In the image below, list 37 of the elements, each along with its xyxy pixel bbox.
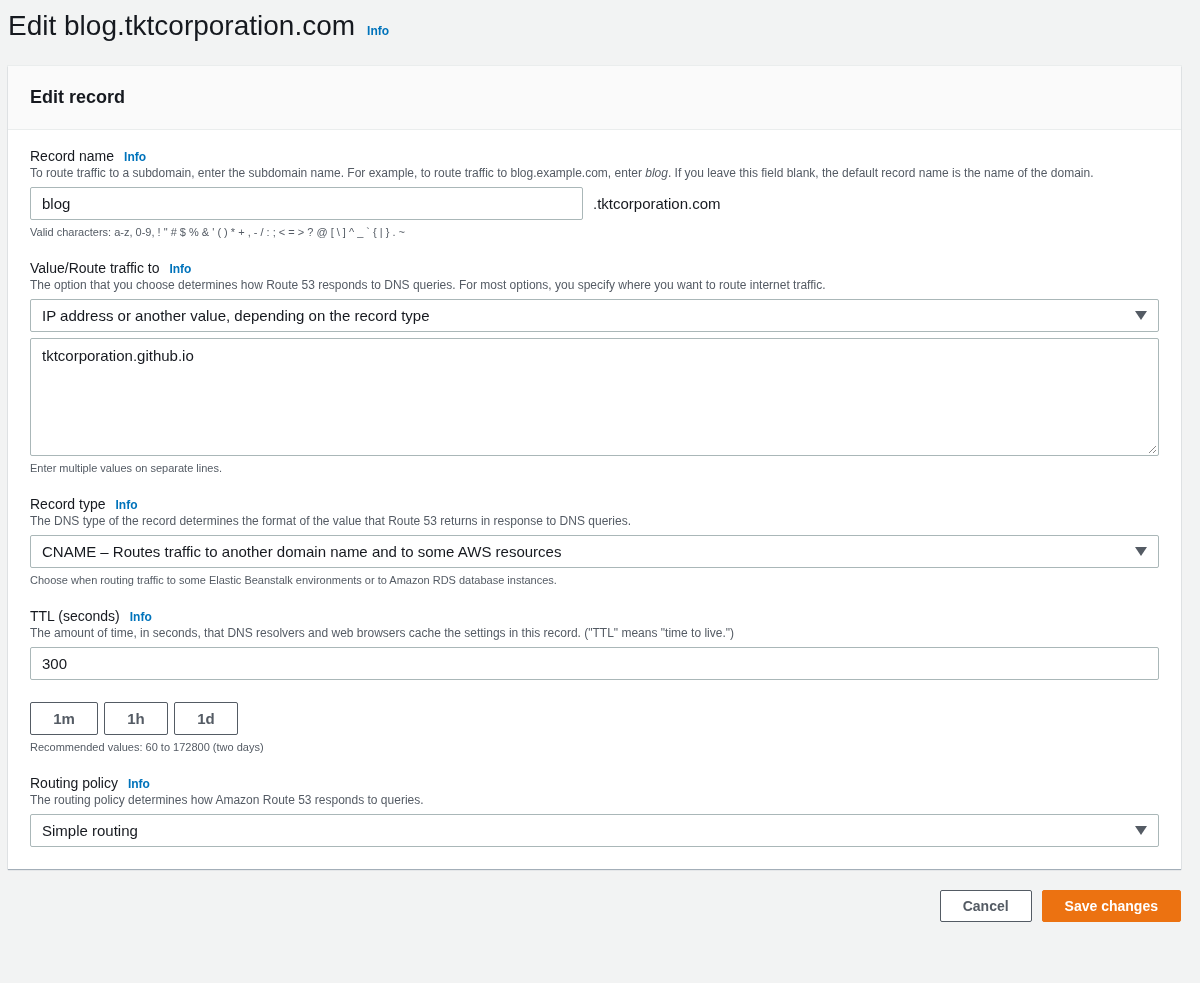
field-label: TTL (seconds): [30, 608, 120, 624]
dropdown[interactable]: Simple routing: [30, 814, 1159, 847]
info-link[interactable]: Info: [169, 262, 192, 276]
field-description: The DNS type of the record determines the format of the value that Route 53 returns in response to DNS queries.: [30, 514, 632, 529]
caret-icon: [1135, 311, 1147, 320]
dropdown[interactable]: IP address or another value, depending on the record type: [30, 299, 1159, 332]
field-hint: Enter multiple values on separate lines.: [30, 462, 223, 474]
field-description: The routing policy determines how Amazon Route 53 responds to queries.: [30, 793, 425, 808]
field-hint: Valid characters: a-z, 0-9, ! " # $ % & ' ( ) * + , - / : ; < = > ? @ [ \ ] ^ _ ` { | } . ~: [30, 226, 406, 238]
resize-grip-icon[interactable]: [1148, 445, 1156, 453]
field-description: The amount of time, in seconds, that DNS resolvers and web browsers cache the settings in this record. ("TTL" means "time to live."): [30, 626, 735, 641]
text-field[interactable]: blog: [30, 187, 583, 220]
card-title: Edit record: [30, 87, 126, 108]
info-link[interactable]: Info: [127, 777, 150, 791]
info-link[interactable]: Info: [115, 498, 138, 512]
field-label: Record type: [30, 496, 106, 512]
field-label: Routing policy: [30, 775, 118, 791]
field-label: Record name: [30, 148, 115, 164]
caret-icon: [1135, 826, 1147, 835]
page-title: Edit blog.tktcorporation.com: [8, 10, 356, 42]
info-link[interactable]: Info: [124, 150, 147, 164]
domain-suffix: .tktcorporation.com: [593, 195, 721, 212]
field-description: The option that you choose determines how Route 53 responds to DNS queries. For most options, you specify where you want to route internet traffic.: [30, 278, 827, 293]
cancel-button[interactable]: Cancel: [939, 890, 1032, 922]
text-area[interactable]: tktcorporation.github.io: [30, 338, 1159, 456]
preset-button[interactable]: 1d: [174, 702, 238, 735]
preset-button[interactable]: 1h: [104, 702, 168, 735]
info-link[interactable]: Info: [367, 24, 390, 38]
text-field[interactable]: 300: [30, 647, 1159, 680]
caret-icon: [1135, 547, 1147, 556]
preset-button[interactable]: 1m: [30, 702, 98, 735]
info-link[interactable]: Info: [129, 610, 152, 624]
field-label: Value/Route traffic to: [30, 260, 160, 276]
dropdown[interactable]: CNAME – Routes traffic to another domain name and to some AWS resources: [30, 535, 1159, 568]
field-hint: Choose when routing traffic to some Elastic Beanstalk environments or to Amazon RDS database instances.: [30, 574, 558, 586]
field-hint: Recommended values: 60 to 172800 (two days): [30, 741, 265, 753]
field-description: To route traffic to a subdomain, enter the subdomain name. For example, to route traffic to blog.example.com, enter blog. If you leave this field blank, the default record name is the name of the domain.: [30, 166, 1095, 181]
